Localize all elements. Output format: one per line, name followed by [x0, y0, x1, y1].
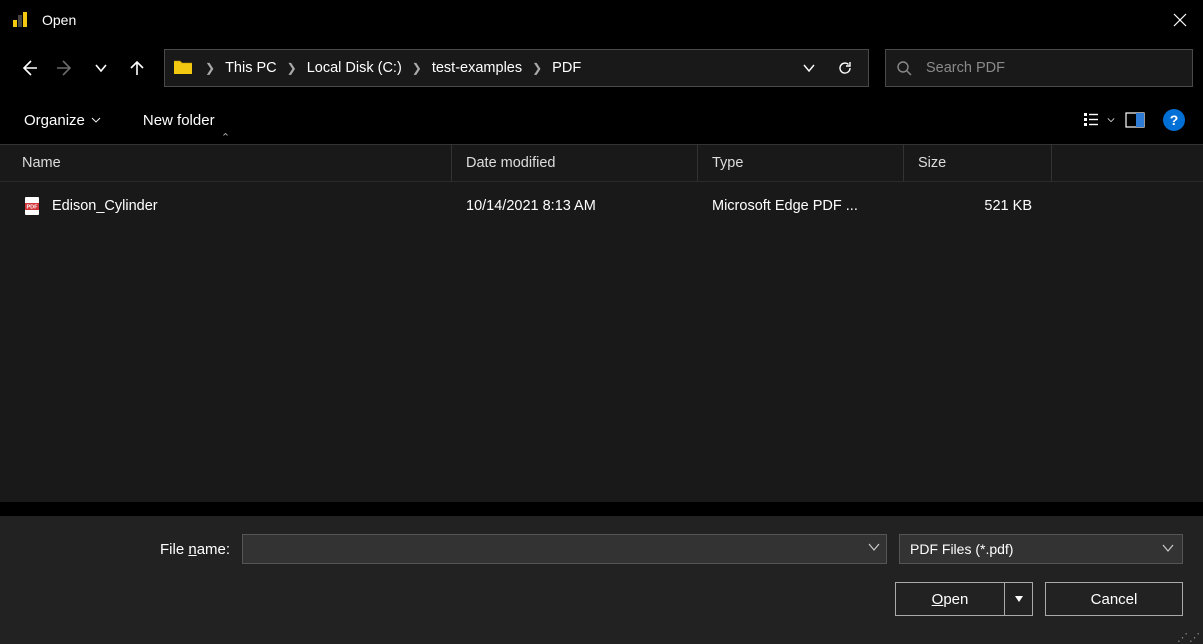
search-input[interactable]	[926, 60, 1182, 76]
navbar: ❯ This PC ❯ Local Disk (C:) ❯ test-examp…	[0, 40, 1203, 96]
open-button[interactable]: Open	[895, 582, 1005, 616]
sort-indicator-icon: ⌃	[221, 131, 230, 144]
caret-down-icon	[91, 112, 101, 129]
close-button[interactable]	[1157, 0, 1203, 40]
file-type: Microsoft Edge PDF ...	[698, 182, 904, 230]
file-list: PDF Edison_Cylinder 10/14/2021 8:13 AM M…	[0, 182, 1203, 502]
refresh-button[interactable]	[830, 60, 860, 76]
address-bar[interactable]: ❯ This PC ❯ Local Disk (C:) ❯ test-examp…	[164, 49, 869, 87]
organize-label: Organize	[24, 112, 85, 129]
chevron-right-icon[interactable]: ❯	[197, 61, 223, 75]
recent-locations-button[interactable]	[86, 53, 116, 83]
preview-pane-button[interactable]	[1117, 105, 1153, 135]
toolbar: Organize New folder ?	[0, 96, 1203, 144]
column-header-type[interactable]: Type	[698, 145, 904, 181]
pdf-file-icon: PDF	[22, 196, 42, 216]
svg-text:PDF: PDF	[27, 205, 39, 211]
window-title: Open	[42, 12, 76, 28]
chevron-right-icon[interactable]: ❯	[524, 61, 550, 75]
folder-icon	[173, 58, 193, 78]
titlebar: Open	[0, 0, 1203, 40]
filetype-dropdown[interactable]: PDF Files (*.pdf)	[899, 534, 1183, 564]
breadcrumb-item[interactable]: This PC	[223, 56, 279, 80]
chevron-down-icon	[1162, 541, 1174, 557]
cancel-button[interactable]: Cancel	[1045, 582, 1183, 616]
file-date: 10/14/2021 8:13 AM	[452, 198, 698, 214]
caret-down-icon	[1107, 111, 1115, 129]
filetype-label: PDF Files (*.pdf)	[910, 541, 1013, 557]
column-header-date[interactable]: Date modified	[452, 145, 698, 181]
chevron-right-icon[interactable]: ❯	[404, 61, 430, 75]
search-box[interactable]	[885, 49, 1193, 87]
breadcrumb-item[interactable]: PDF	[550, 56, 583, 80]
search-icon	[896, 60, 912, 76]
new-folder-button[interactable]: New folder	[137, 108, 221, 133]
forward-button[interactable]	[50, 53, 80, 83]
file-size: 521 KB	[904, 198, 1052, 214]
view-options-button[interactable]	[1081, 105, 1117, 135]
chevron-right-icon[interactable]: ❯	[279, 61, 305, 75]
breadcrumb-item[interactable]: test-examples	[430, 56, 524, 80]
file-name: Edison_Cylinder	[52, 198, 158, 214]
back-button[interactable]	[14, 53, 44, 83]
bottom-panel: File name: PDF Files (*.pdf) Open Cancel…	[0, 516, 1203, 644]
open-split-button[interactable]	[1005, 582, 1033, 616]
organize-button[interactable]: Organize	[18, 108, 107, 133]
app-icon	[10, 10, 30, 30]
help-button[interactable]: ?	[1163, 109, 1185, 131]
filename-input[interactable]	[242, 534, 887, 564]
column-header-name[interactable]: Name ⌃	[0, 145, 452, 181]
filename-dropdown[interactable]	[868, 540, 880, 558]
column-header-size[interactable]: Size	[904, 145, 1052, 181]
breadcrumb-item[interactable]: Local Disk (C:)	[305, 56, 404, 80]
address-dropdown[interactable]	[794, 61, 824, 75]
file-row[interactable]: PDF Edison_Cylinder 10/14/2021 8:13 AM M…	[0, 182, 1203, 230]
up-button[interactable]	[122, 53, 152, 83]
filename-label: File name:	[160, 541, 230, 558]
breadcrumb: ❯ This PC ❯ Local Disk (C:) ❯ test-examp…	[193, 56, 794, 80]
resize-grip-icon[interactable]: ⋰⋰	[1177, 634, 1201, 642]
new-folder-label: New folder	[143, 112, 215, 129]
column-headers: Name ⌃ Date modified Type Size	[0, 144, 1203, 182]
